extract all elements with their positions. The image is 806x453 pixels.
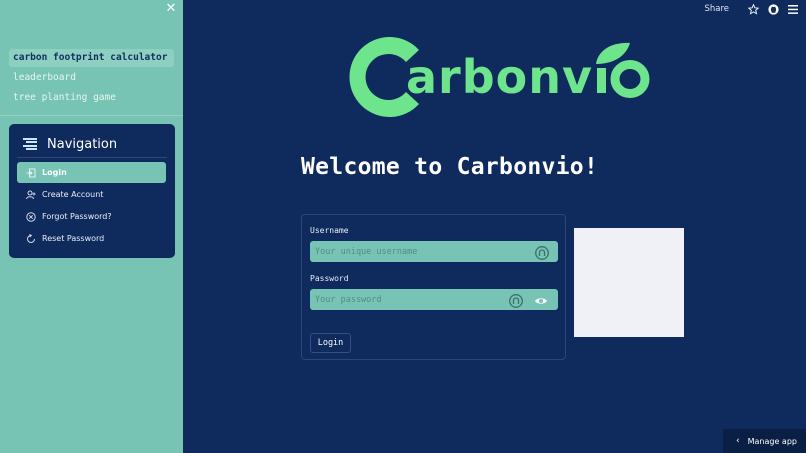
toolbar: Share [704,2,799,16]
login-form: Username Password Login [301,214,566,360]
nav-item-label: Create Account [42,190,104,199]
sidebar-divider [0,115,183,116]
nav-item-reset-password[interactable]: Reset Password [17,228,166,249]
github-icon[interactable] [767,3,779,15]
nav-item-label: Login [42,168,67,177]
nav-item-label: Reset Password [42,234,105,243]
carbonvio-logo: arbonv [326,28,656,126]
sidebar: ✕ carbon footprint calculator leaderboar… [0,0,183,453]
password-label: Password [310,274,349,283]
nav-item-forgot-password[interactable]: Forgot Password? [17,206,166,227]
manage-app-button[interactable]: ‹ Manage app [723,429,806,453]
page-link-carbon-footprint-calculator[interactable]: carbon footprint calculator [9,49,174,67]
star-icon[interactable] [747,3,759,15]
hamburger-menu-icon[interactable] [787,3,799,15]
list-icon [23,137,37,151]
navigation-header: Navigation [23,134,117,154]
login-icon [26,168,36,178]
password-manager-icon[interactable] [535,245,549,260]
close-sidebar-icon[interactable]: ✕ [164,2,178,16]
page-nav: carbon footprint calculator leaderboard … [9,49,174,109]
eye-icon[interactable] [534,293,548,307]
share-button[interactable]: Share [704,4,729,14]
login-button[interactable]: Login [310,333,351,353]
navigation-divider [17,157,167,158]
navigation-card: Navigation Login Create Account Forgot P… [9,124,175,258]
username-input[interactable] [310,241,558,262]
password-manager-icon[interactable] [509,293,523,308]
chevron-left-icon: ‹ [736,436,740,446]
nav-item-create-account[interactable]: Create Account [17,184,166,205]
image-placeholder [574,228,684,337]
nav-item-login[interactable]: Login [17,162,166,183]
reset-icon [26,233,36,244]
page-title: Welcome to Carbonvio! [301,154,599,180]
page-link-leaderboard[interactable]: leaderboard [9,69,174,87]
manage-app-label: Manage app [747,436,797,446]
x-circle-icon [26,211,36,222]
carbonvio-logo-graphic: arbonv [349,37,650,117]
nav-item-label: Forgot Password? [42,212,112,221]
person-add-icon [26,190,36,200]
logo-text: arbonv [406,50,593,104]
page-link-tree-planting-game[interactable]: tree planting game [9,89,174,107]
navigation-title: Navigation [47,136,118,152]
username-label: Username [310,226,349,235]
